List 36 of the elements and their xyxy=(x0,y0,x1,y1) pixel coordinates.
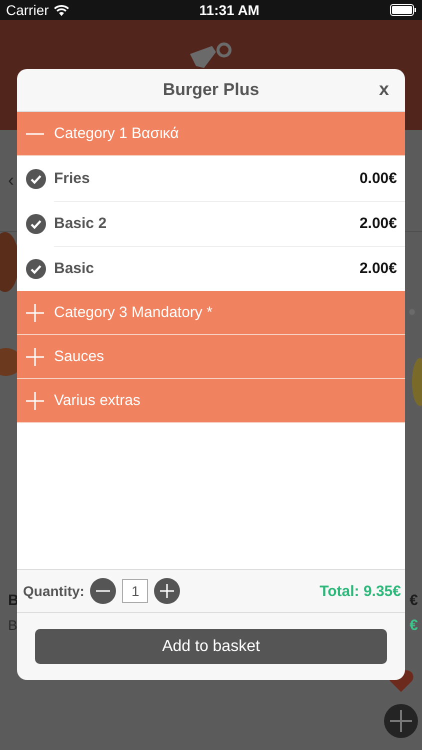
category-header[interactable]: Varius extras xyxy=(17,379,405,423)
decrease-button[interactable] xyxy=(90,578,116,604)
check-icon[interactable] xyxy=(26,168,46,188)
dialog-title: Burger Plus xyxy=(162,80,260,100)
check-icon[interactable] xyxy=(26,214,46,234)
item-price: € xyxy=(410,592,418,609)
add-fab[interactable] xyxy=(384,704,418,738)
plus-icon xyxy=(26,348,44,366)
plus-icon xyxy=(26,304,44,322)
minus-icon xyxy=(26,132,44,134)
option-price: 2.00€ xyxy=(359,260,397,276)
plus-icon xyxy=(26,392,44,410)
add-to-basket-button[interactable]: Add to basket xyxy=(35,629,387,664)
back-chevron[interactable]: ‹ xyxy=(8,170,14,191)
quantity-label: Quantity: xyxy=(23,583,84,599)
option-price: 0.00€ xyxy=(359,170,397,186)
quantity-field[interactable]: 1 xyxy=(122,579,148,603)
carrier-label: Carrier xyxy=(6,2,49,18)
plus-icon xyxy=(390,710,412,732)
category-header[interactable]: Category 1 Βασικά xyxy=(17,112,405,156)
option-name: Fries xyxy=(54,170,90,186)
close-button[interactable]: x xyxy=(376,79,391,100)
option-price: 2.00€ xyxy=(359,214,397,232)
category-header[interactable]: Sauces xyxy=(17,335,405,379)
category-header[interactable]: Category 3 Mandatory * xyxy=(17,291,405,335)
check-icon[interactable] xyxy=(26,258,46,278)
minus-icon xyxy=(96,590,110,592)
option-name: Basic 2 xyxy=(54,214,107,232)
clock-time: 11:31 AM xyxy=(199,2,260,18)
item-price: € xyxy=(410,617,418,634)
wifi-icon xyxy=(54,4,69,16)
option-name: Basic xyxy=(54,260,94,276)
total-price: Total: 9.35€ xyxy=(320,582,401,600)
plus-icon xyxy=(160,584,174,598)
increase-button[interactable] xyxy=(154,578,180,604)
battery-icon xyxy=(390,4,416,16)
